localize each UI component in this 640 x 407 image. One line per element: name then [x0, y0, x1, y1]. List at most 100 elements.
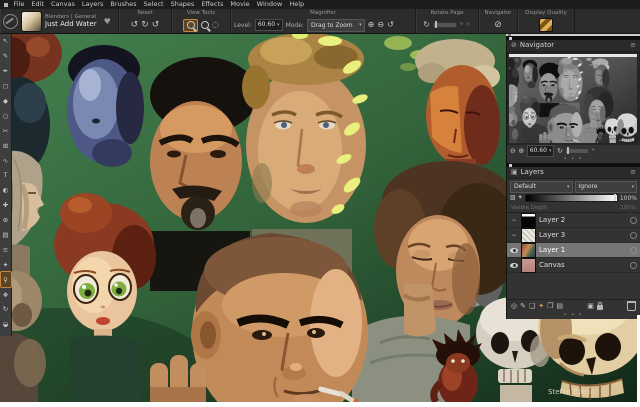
transform-tool[interactable]: ↖	[1, 34, 11, 49]
reset-rotation-icon[interactable]: ↻	[141, 20, 149, 30]
rotation-angle-slider[interactable]	[433, 22, 457, 28]
reset-all-icon[interactable]: ↺	[152, 20, 160, 30]
layer-attribute-icon[interactable]	[630, 217, 637, 224]
menu-canvas[interactable]: Canvas	[47, 0, 78, 9]
zoom-mode-dropdown[interactable]: Drag to Zoom	[307, 19, 365, 32]
layer-row-layer3[interactable]: ⌣ Layer 3	[507, 228, 640, 243]
magnifier-icon	[187, 21, 195, 29]
star-tool[interactable]: ✦	[1, 257, 11, 272]
new-liquid-ink-layer-icon[interactable]: ❒	[547, 301, 553, 311]
layer-list: ⌣ Layer 2 ⌣ Layer 3 Layer 1	[507, 212, 640, 273]
menu-select[interactable]: Select	[140, 0, 167, 9]
menu-bar: File Edit Canvas Layers Brushes Select S…	[0, 0, 640, 9]
layer-row-canvas[interactable]: Canvas	[507, 258, 640, 273]
rotate-page-label: Rotate Page	[419, 9, 475, 17]
view-tools-group: View Tools ◌	[172, 9, 231, 33]
opacity-left-icon[interactable]: ▧	[510, 193, 516, 203]
layers-panel-grip[interactable]: • • •	[507, 312, 640, 319]
level-label: Level:	[234, 22, 252, 29]
new-group-icon[interactable]: ❑	[529, 301, 535, 311]
menu-layers[interactable]: Layers	[78, 0, 107, 9]
grabber-tool[interactable]: ❖	[1, 287, 11, 302]
navigator-dock-strip[interactable]	[506, 36, 640, 40]
nav-zoom-field[interactable]: 60.60 ▾	[527, 145, 555, 157]
zoom-out-icon[interactable]: ⊖	[377, 20, 384, 30]
brush-thumbnail[interactable]	[21, 11, 42, 32]
delete-layer-icon[interactable]	[627, 301, 636, 311]
rect-shape-tool[interactable]: ◻	[1, 79, 11, 94]
menu-help[interactable]: Help	[286, 0, 308, 9]
navigator-compass-icon[interactable]: ⊘	[494, 20, 502, 30]
add-point-tool[interactable]: ✚	[1, 198, 11, 213]
favorite-heart-icon[interactable]: ♥	[104, 17, 111, 26]
lasso-tool[interactable]: ∿	[1, 153, 11, 168]
new-layer-icon[interactable]: ▣	[587, 301, 594, 311]
menu-effects[interactable]: Effects	[198, 0, 227, 9]
rotate-view-icon[interactable]: ◌	[212, 20, 219, 30]
layer-name: Layer 2	[539, 213, 627, 228]
chevron-down-icon[interactable]: ▾	[277, 20, 280, 30]
oval-shape-tool[interactable]: ○	[1, 108, 11, 123]
layer-attribute-icon[interactable]	[630, 232, 637, 239]
lock-layer-icon[interactable]	[597, 305, 603, 310]
duplicate-layer-icon[interactable]: ▤	[556, 301, 563, 311]
scissors-tool[interactable]: ✂	[1, 123, 11, 138]
navigator-menu-icon[interactable]: ≡	[630, 40, 636, 51]
nav-rotate-icon[interactable]: ↻	[557, 146, 563, 156]
magnifier-tool-selected[interactable]: ⚲	[1, 272, 11, 287]
layers-dock-strip[interactable]	[506, 163, 640, 167]
menu-shapes[interactable]: Shapes	[167, 0, 198, 9]
blend-mode-dropdown[interactable]: Default	[510, 181, 573, 193]
display-quality-icon[interactable]	[539, 18, 553, 32]
opacity-slider[interactable]	[525, 194, 618, 202]
chevron-down-icon[interactable]: ▾	[549, 146, 552, 156]
brush-selector[interactable]: Blenders | General Just Add Water ♥	[0, 9, 119, 33]
visibility-off-icon[interactable]: ⌣	[510, 217, 518, 223]
reset-brush-icon[interactable]: ↺	[131, 20, 139, 30]
crop-tool[interactable]: ⊞	[1, 138, 11, 153]
text-tool[interactable]: T	[1, 168, 11, 183]
opacity-right-icon[interactable]: ✦	[518, 193, 523, 203]
navigator-thumbnail[interactable]	[509, 57, 637, 143]
visibility-off-icon[interactable]: ⌣	[510, 232, 518, 238]
pattern-tool[interactable]: ▤	[1, 228, 11, 243]
menu-file[interactable]: File	[10, 0, 28, 9]
dynamic-plugins-icon[interactable]: ✎	[520, 301, 526, 311]
magnifier-tool-button-selected[interactable]	[183, 19, 198, 32]
nav-rotation-slider[interactable]	[565, 148, 589, 154]
pen-tool[interactable]: ✒	[1, 64, 11, 79]
visibility-on-icon[interactable]	[510, 248, 518, 253]
layer-row-layer2[interactable]: ⌣ Layer 2	[507, 213, 640, 228]
new-watercolor-layer-icon[interactable]: ✦	[538, 301, 544, 311]
rotate-page-tool[interactable]: ↻	[1, 302, 11, 317]
zoom-tool-icon[interactable]	[201, 21, 209, 29]
nav-zoom-out-icon[interactable]: ⊖	[510, 146, 516, 156]
menu-window[interactable]: Window	[253, 0, 286, 9]
menu-edit[interactable]: Edit	[28, 0, 48, 9]
depth-mode-dropdown[interactable]: Ignore	[575, 181, 638, 193]
zoom-in-icon[interactable]: ⊕	[368, 20, 375, 30]
perspective-tool[interactable]: ◒	[1, 317, 11, 332]
layer-command-icon[interactable]: ◎	[511, 301, 517, 311]
navigator-panel: ⊘ Navigator ≡ ⊖ ⊕ 60.60 ▾ ↻ ° • • •	[506, 40, 640, 163]
nav-zoom-in-icon[interactable]: ⊕	[518, 146, 524, 156]
gradient-tool[interactable]: ◐	[1, 183, 11, 198]
app-logo-icon	[4, 3, 8, 7]
clone-tool[interactable]: ⊕	[1, 213, 11, 228]
shape-tool[interactable]: ◆	[1, 94, 11, 109]
layer-attribute-icon[interactable]	[630, 262, 637, 269]
menu-brushes[interactable]: Brushes	[107, 0, 140, 9]
rotate-reset-icon[interactable]: ◦	[466, 20, 471, 30]
layer-attribute-icon[interactable]	[630, 247, 637, 254]
pencil-tool[interactable]: ✎	[1, 49, 11, 64]
menu-movie[interactable]: Movie	[227, 0, 253, 9]
visibility-on-icon[interactable]	[510, 263, 518, 268]
zoom-level-field[interactable]: 60.60 ▾	[255, 19, 283, 31]
navigator-preview[interactable]	[507, 52, 640, 145]
zoom-reset-icon[interactable]: ↺	[387, 20, 394, 30]
zoom-level-value: 60.60	[258, 20, 275, 30]
layer-row-layer1-selected[interactable]: Layer 1	[507, 243, 640, 258]
brush-ghost-icon[interactable]	[3, 14, 18, 29]
rotate-page-icon[interactable]: ↻	[423, 20, 430, 30]
layers-menu-icon[interactable]: ≡	[630, 167, 636, 178]
